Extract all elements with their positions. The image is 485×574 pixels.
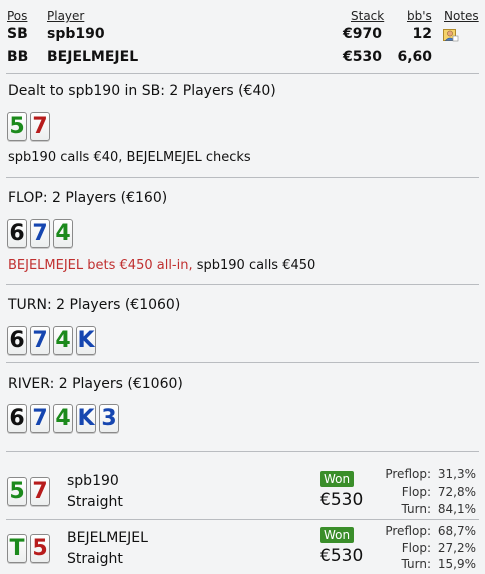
col-notes-header: Notes xyxy=(444,9,479,23)
preflop-cards: 57 xyxy=(7,112,50,141)
col-stack-header: Stack xyxy=(351,9,385,23)
playing-card-7-hearts: 7 xyxy=(30,477,50,506)
player-row-name[interactable]: BEJELMEJEL xyxy=(47,49,138,65)
section-divider xyxy=(6,451,479,452)
won-amount: €530 xyxy=(320,490,364,510)
playing-card-4-clubs: 4 xyxy=(53,219,73,248)
playing-card-5-hearts: 5 xyxy=(30,534,50,563)
section-divider xyxy=(6,284,479,285)
showdown-hand: Straight xyxy=(67,551,123,567)
section-divider xyxy=(6,519,479,520)
equity-label: Turn: xyxy=(401,502,431,516)
won-amount: €530 xyxy=(320,546,364,566)
playing-card-k-diamonds: K xyxy=(76,326,96,355)
equity-value: 72,8% xyxy=(437,485,476,499)
equity-label: Turn: xyxy=(401,557,431,571)
equity-value: 84,1% xyxy=(437,502,476,516)
preflop-title: Dealt to spb190 in SB: 2 Players (€40) xyxy=(8,83,276,99)
showdown-cards: 57 xyxy=(7,477,50,506)
equity-label: Preflop: xyxy=(385,524,431,538)
equity-label: Flop: xyxy=(401,541,431,555)
player-row-stack: €530 xyxy=(343,49,382,65)
river-cards: 674K3 xyxy=(7,404,119,433)
flop-allin-text: BEJELMEJEL bets €450 all-in, xyxy=(8,258,193,273)
playing-card-4-clubs: 4 xyxy=(53,326,73,355)
section-divider xyxy=(6,362,479,363)
playing-card-3-diamonds: 3 xyxy=(99,404,119,433)
equity-value: 27,2% xyxy=(437,541,476,555)
player-note-icon[interactable] xyxy=(443,27,459,42)
playing-card-7-diamonds: 7 xyxy=(30,326,50,355)
preflop-action: spb190 calls €40, BEJELMEJEL checks xyxy=(8,150,251,165)
playing-card-6-spades: 6 xyxy=(7,326,27,355)
equity-value: 31,3% xyxy=(437,467,476,481)
playing-card-7-diamonds: 7 xyxy=(30,404,50,433)
section-divider xyxy=(6,73,479,74)
equity-value: 15,9% xyxy=(437,557,476,571)
col-player-header: Player xyxy=(47,9,85,23)
showdown-player-name[interactable]: BEJELMEJEL xyxy=(67,530,148,546)
flop-call-text: spb190 calls €450 xyxy=(192,258,316,273)
player-row-bbs: 6,60 xyxy=(397,49,432,65)
equity-label: Flop: xyxy=(401,485,431,499)
playing-card-5-clubs: 5 xyxy=(7,112,27,141)
playing-card-5-clubs: 5 xyxy=(7,477,27,506)
won-badge: Won xyxy=(320,471,355,487)
player-row-stack: €970 xyxy=(343,26,382,42)
playing-card-7-hearts: 7 xyxy=(30,112,50,141)
player-row-pos: SB xyxy=(7,26,28,42)
equity-label: Preflop: xyxy=(385,467,431,481)
player-row-pos: BB xyxy=(7,49,29,65)
flop-title: FLOP: 2 Players (€160) xyxy=(8,190,168,206)
playing-card-t-clubs: T xyxy=(7,534,27,563)
flop-cards: 674 xyxy=(7,219,73,248)
turn-cards: 674K xyxy=(7,326,96,355)
playing-card-6-spades: 6 xyxy=(7,219,27,248)
playing-card-4-clubs: 4 xyxy=(53,404,73,433)
river-title: RIVER: 2 Players (€1060) xyxy=(8,376,183,392)
turn-title: TURN: 2 Players (€1060) xyxy=(8,297,181,313)
player-row-name[interactable]: spb190 xyxy=(47,26,105,42)
showdown-cards: T5 xyxy=(7,534,50,563)
col-pos-header: Pos xyxy=(7,9,28,23)
won-badge: Won xyxy=(320,527,355,543)
playing-card-7-diamonds: 7 xyxy=(30,219,50,248)
showdown-hand: Straight xyxy=(67,494,123,510)
player-row-bbs: 12 xyxy=(412,26,432,42)
showdown-player-name[interactable]: spb190 xyxy=(67,473,119,489)
playing-card-6-spades: 6 xyxy=(7,404,27,433)
playing-card-k-diamonds: K xyxy=(76,404,96,433)
equity-value: 68,7% xyxy=(437,524,476,538)
col-bbs-header: bb's xyxy=(407,9,432,23)
section-divider xyxy=(6,177,479,178)
flop-action: BEJELMEJEL bets €450 all-in, spb190 call… xyxy=(8,258,315,273)
